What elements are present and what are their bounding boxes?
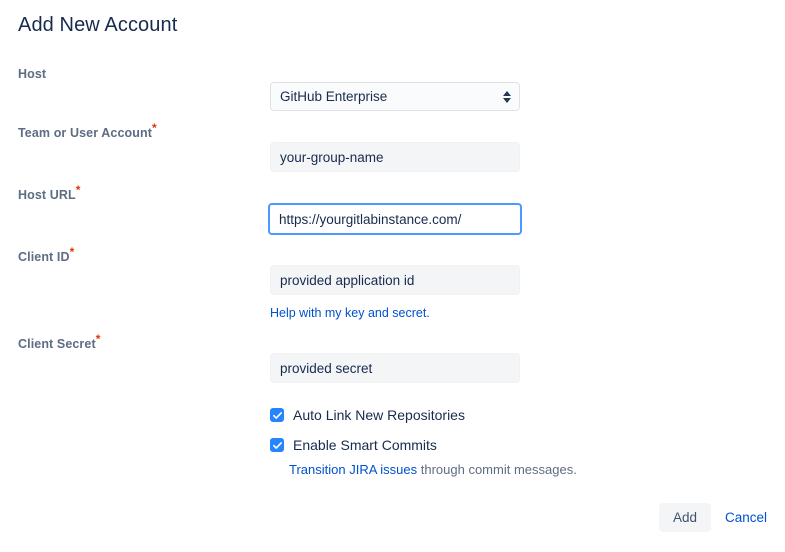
smart-commits-hint: Transition JIRA issues through commit me… xyxy=(289,462,577,477)
label-team-or-user-account-text: Team or User Account xyxy=(18,126,152,140)
required-asterisk: * xyxy=(151,120,157,135)
enable-smart-commits-row[interactable]: Enable Smart Commits xyxy=(270,437,437,453)
smart-commits-hint-rest: through commit messages. xyxy=(417,462,577,477)
client-id-wrap xyxy=(270,265,520,295)
page-title: Add New Account xyxy=(18,14,178,36)
label-host-text: Host xyxy=(18,67,47,81)
form-actions: Add Cancel xyxy=(658,503,767,532)
host-url-input[interactable] xyxy=(268,203,522,235)
label-client-id: Client ID* xyxy=(18,246,74,264)
host-select[interactable]: GitHub Enterprise xyxy=(270,82,520,111)
host-select-wrap: GitHub Enterprise xyxy=(270,82,520,111)
client-secret-wrap xyxy=(270,353,520,383)
required-asterisk: * xyxy=(75,182,81,197)
transition-jira-issues-link[interactable]: Transition JIRA issues xyxy=(289,462,417,477)
label-client-id-text: Client ID xyxy=(18,250,70,264)
required-asterisk: * xyxy=(69,244,75,259)
enable-smart-commits-checkbox[interactable] xyxy=(270,438,284,452)
check-icon xyxy=(272,441,282,449)
cancel-link[interactable]: Cancel xyxy=(725,510,767,525)
label-host: Host xyxy=(18,67,46,81)
enable-smart-commits-label: Enable Smart Commits xyxy=(293,437,437,453)
required-asterisk: * xyxy=(95,331,101,346)
add-new-account-form: Add New Account Host GitHub Enterprise T… xyxy=(0,0,785,552)
add-button[interactable]: Add xyxy=(658,503,711,532)
label-host-url-text: Host URL xyxy=(18,188,76,202)
team-or-user-account-input[interactable] xyxy=(270,142,520,172)
label-client-secret-text: Client Secret xyxy=(18,337,96,351)
label-client-secret: Client Secret* xyxy=(18,333,101,351)
client-id-input[interactable] xyxy=(270,265,520,295)
host-url-wrap xyxy=(268,203,522,235)
auto-link-new-repositories-checkbox[interactable] xyxy=(270,408,284,422)
label-host-url: Host URL* xyxy=(18,184,81,202)
auto-link-new-repositories-row[interactable]: Auto Link New Repositories xyxy=(270,407,465,423)
check-icon xyxy=(272,411,282,419)
team-or-user-account-wrap xyxy=(270,142,520,172)
help-with-key-and-secret-link[interactable]: Help with my key and secret. xyxy=(270,306,430,320)
label-team-or-user-account: Team or User Account* xyxy=(18,122,157,140)
auto-link-new-repositories-label: Auto Link New Repositories xyxy=(293,407,465,423)
host-select-container: GitHub Enterprise xyxy=(270,82,520,111)
client-secret-input[interactable] xyxy=(270,353,520,383)
